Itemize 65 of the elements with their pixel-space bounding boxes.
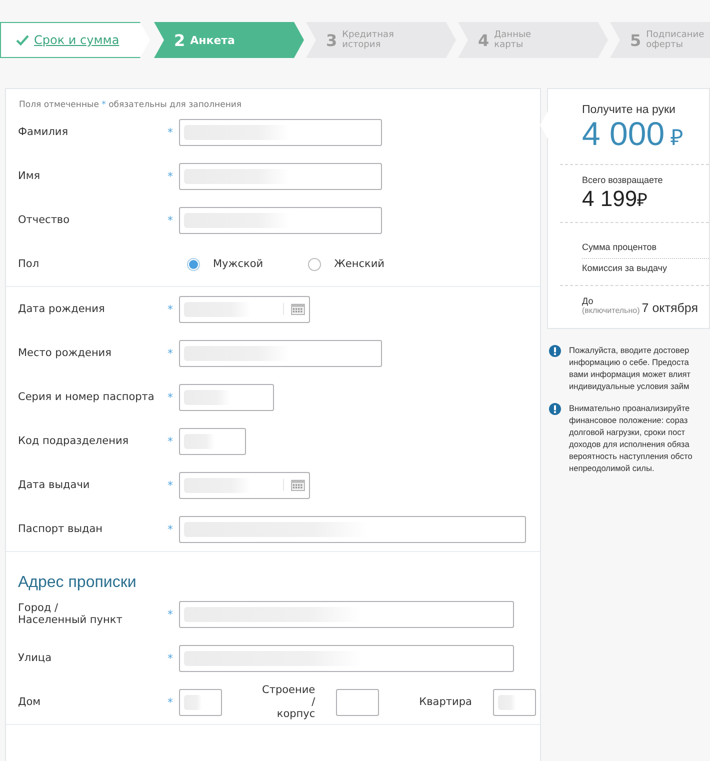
required-mark: * xyxy=(168,696,173,708)
info-text: Пожалуйста, вводите достовер информацию о себе. Предоста вами информация может влият индивидуальные условия займ xyxy=(569,344,691,392)
field-label: Улица xyxy=(18,652,53,664)
field-label: Фамилия xyxy=(18,126,70,138)
required-mark: * xyxy=(168,302,173,316)
field-label: Строение / корпус xyxy=(262,684,316,720)
input-field[interactable] xyxy=(179,688,222,716)
summary-label: Получите на руки xyxy=(582,104,676,116)
required-mark: * xyxy=(168,434,173,448)
check-icon xyxy=(16,34,29,46)
due-date: 7 октября xyxy=(642,301,698,315)
input-field[interactable] xyxy=(179,162,382,190)
detail-label: Комиссия за выдачу xyxy=(582,262,668,275)
required-mark: * xyxy=(168,608,173,620)
input-field[interactable] xyxy=(179,296,310,322)
input-field[interactable] xyxy=(179,340,382,366)
input-field[interactable] xyxy=(179,600,514,628)
detail-label: Сумма процентов xyxy=(582,238,709,259)
input-field[interactable] xyxy=(179,118,382,146)
field-label: Место рождения xyxy=(18,347,112,359)
input-field[interactable] xyxy=(179,644,514,672)
exclamation-icon xyxy=(549,403,561,415)
required-mark: * xyxy=(168,170,173,182)
input-field[interactable] xyxy=(336,688,380,716)
required-note: Поля отмеченные * обязательны для заполнения xyxy=(18,99,243,110)
radio-option[interactable]: Женский xyxy=(308,258,385,270)
field-label: Город / Населенный пункт xyxy=(18,602,124,626)
field-label: Отчество xyxy=(18,214,71,226)
progress-step[interactable]: Срок и сумма xyxy=(0,22,152,58)
required-mark: * xyxy=(168,652,173,664)
field-label: Дата рождения xyxy=(18,303,106,315)
due-label: До xyxy=(582,296,594,306)
radio-option[interactable]: Мужской xyxy=(187,258,264,270)
field-label: Квартира xyxy=(419,696,472,708)
input-field[interactable] xyxy=(492,688,536,716)
required-mark: * xyxy=(168,214,173,226)
field-label: Паспорт выдан xyxy=(18,523,104,535)
required-mark: * xyxy=(168,346,173,360)
required-mark: * xyxy=(168,522,173,536)
receive-amount: 4 000 xyxy=(582,115,665,152)
field-label: Пол xyxy=(18,258,40,270)
field-label: Код подразделения xyxy=(18,435,130,447)
calendar-icon[interactable] xyxy=(283,479,305,491)
exclamation-icon xyxy=(549,345,561,357)
input-field[interactable] xyxy=(179,516,526,542)
required-mark: * xyxy=(168,390,173,404)
due-note: (включительно) xyxy=(582,306,640,315)
summary-label: Всего возвращаете xyxy=(582,175,664,185)
calendar-icon[interactable] xyxy=(283,303,305,315)
required-mark: * xyxy=(168,126,173,138)
input-field[interactable] xyxy=(179,428,246,454)
currency-sign: ₽ xyxy=(637,190,648,210)
required-mark: * xyxy=(168,478,173,492)
input-field[interactable] xyxy=(179,206,382,234)
return-amount: 4 199 xyxy=(582,186,638,211)
section-title: Адрес прописки xyxy=(18,573,138,592)
info-text: Внимательно проанализируйте финансовое положение: сораз долговой нагрузки, сроки пост доходов для исполнения обяза вероятность наступления обсто непреодолимой силы. xyxy=(569,402,692,474)
field-label: Имя xyxy=(18,170,42,182)
field-label: Дата выдачи xyxy=(18,479,91,491)
field-label: Серия и номер паспорта xyxy=(18,391,156,403)
field-label: Дом xyxy=(18,696,42,708)
input-field[interactable] xyxy=(179,472,310,498)
input-field[interactable] xyxy=(179,384,274,410)
progress-step[interactable]: 2 Анкета xyxy=(154,22,304,58)
currency-sign: ₽ xyxy=(670,125,684,150)
